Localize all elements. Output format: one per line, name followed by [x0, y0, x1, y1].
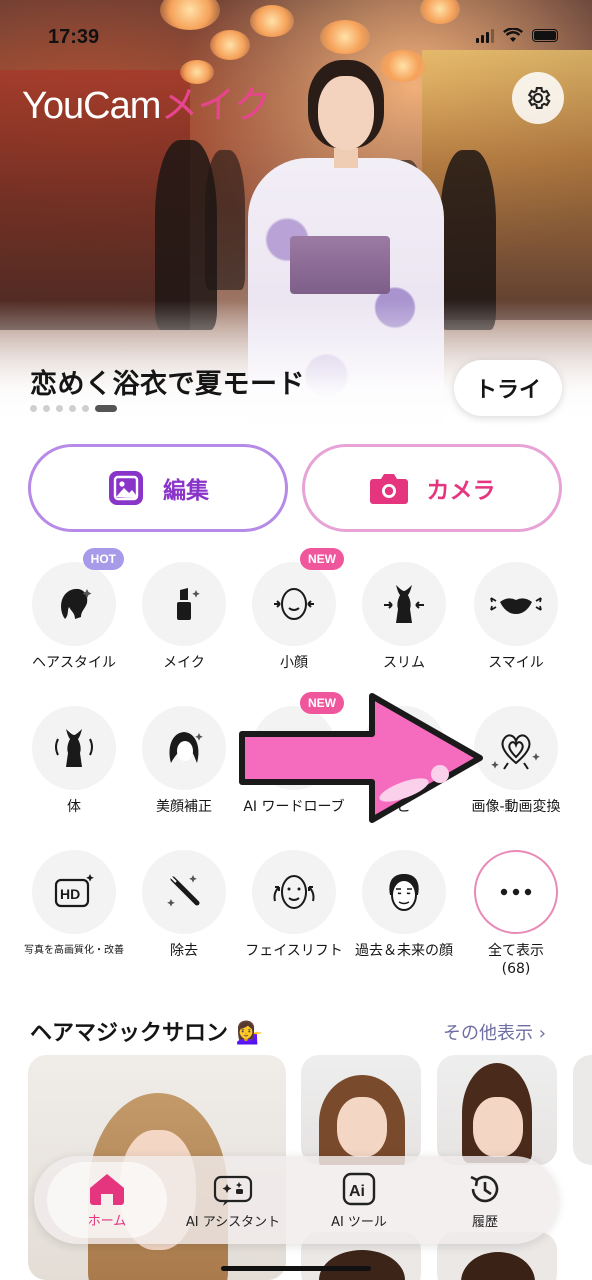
feature-slim[interactable]: スリム [350, 562, 458, 672]
feature-body[interactable]: 体 [20, 706, 128, 816]
feature-label: 体 [67, 799, 81, 815]
camera-button[interactable]: カメラ [302, 444, 562, 532]
settings-button[interactable] [512, 72, 564, 124]
body-icon [55, 729, 93, 767]
smile-icon [490, 597, 542, 614]
feature-label: 小顔 [280, 655, 308, 671]
lantern [250, 5, 294, 37]
face-retouch-icon [169, 732, 203, 763]
lantern [160, 0, 220, 30]
nav-ai-tool[interactable]: Ai AI ツール [299, 1162, 419, 1238]
edit-label: 編集 [163, 478, 209, 504]
feature-small-face[interactable]: NEW 小顔 [240, 548, 348, 672]
carousel-dot [30, 405, 37, 412]
ai-tool-icon: Ai [342, 1172, 376, 1205]
feature-label: 過去＆未来の顔 [355, 943, 453, 959]
feature-label: 美顔補正 [156, 799, 212, 815]
svg-text:Ai: Ai [349, 1183, 365, 1200]
battery-icon [532, 29, 558, 42]
svg-text:HD: HD [60, 886, 80, 902]
feature-makeup[interactable]: メイク [130, 562, 238, 672]
history-icon [470, 1175, 499, 1202]
face-lift-icon [273, 875, 315, 909]
feature-aging-face[interactable]: 過去＆未来の顔 [350, 850, 458, 960]
section-title: ヘアマジックサロン 💁‍♀️ [30, 1021, 264, 1046]
wifi-icon [503, 28, 523, 42]
carousel-dot [82, 405, 89, 412]
lipstick-icon [177, 588, 200, 620]
feature-label: 除去 [170, 943, 198, 959]
home-indicator [221, 1266, 371, 1271]
status-time: 17:39 [48, 26, 100, 48]
see-more-link[interactable]: その他表示 › [443, 1019, 546, 1045]
feature-label: メイク [163, 655, 205, 671]
feature-remove[interactable]: 除去 [130, 850, 238, 960]
feature-hairstyle[interactable]: HOT ヘアスタイル [20, 548, 128, 672]
status-icons [476, 28, 558, 43]
nav-label: AI アシスタント [185, 1214, 281, 1230]
carousel-dot [43, 405, 50, 412]
hot-badge: HOT [82, 548, 124, 570]
carousel-dot [56, 405, 63, 412]
nav-label: AI ツール [331, 1214, 387, 1230]
hair-card[interactable] [301, 1055, 421, 1165]
home-icon [90, 1173, 124, 1205]
feature-face-lift[interactable]: フェイスリフト [240, 850, 348, 960]
hairstyle-icon [61, 588, 92, 619]
bottom-navigation: ホーム AI アシスタント Ai AI ツール 履歴 [34, 1156, 558, 1244]
hair-card[interactable] [573, 1055, 592, 1165]
small-face-icon [274, 588, 314, 620]
nav-label: ホーム [87, 1213, 127, 1229]
carousel-dot-active [95, 405, 117, 412]
lantern [320, 20, 370, 54]
hair-card[interactable] [437, 1055, 557, 1165]
feature-hd-enhance[interactable]: HD 写真を高画質化・改善 [20, 850, 128, 960]
app-logo: YouCamメイク [22, 85, 272, 127]
feature-label: 全て表示 (68) [488, 943, 544, 977]
arrow-right-icon [239, 693, 483, 823]
aging-face-icon [389, 874, 419, 911]
feature-label: フェイスリフト [245, 943, 343, 959]
more-dots-icon [500, 888, 532, 896]
feature-label: スリム [383, 655, 425, 671]
try-button[interactable]: トライ [454, 360, 562, 416]
carousel-dot [69, 405, 76, 412]
feature-show-all[interactable]: 全て表示 (68) [462, 850, 570, 978]
camera-label: カメラ [426, 478, 496, 504]
feature-label: 写真を高画質化・改善 [24, 945, 124, 956]
camera-icon [369, 474, 408, 504]
feature-label: スマイル [488, 655, 544, 671]
eraser-icon [167, 875, 200, 907]
image-to-video-icon [491, 734, 540, 770]
face-image [337, 1097, 387, 1157]
lantern [210, 30, 250, 60]
nav-home[interactable]: ホーム [47, 1162, 167, 1238]
hero-title: 恋めく浴衣で夏モード [30, 369, 305, 400]
face-image [473, 1097, 523, 1157]
hair-image [461, 1252, 535, 1280]
nav-label: 履歴 [471, 1214, 498, 1230]
feature-smile[interactable]: スマイル [462, 562, 570, 672]
signal-icon [476, 28, 494, 43]
new-badge: NEW [300, 548, 344, 570]
slim-body-icon [384, 585, 424, 623]
carousel-dots [30, 405, 117, 412]
edit-button[interactable]: 編集 [28, 444, 288, 532]
nav-ai-assistant[interactable]: AI アシスタント [173, 1162, 293, 1238]
hair-image [319, 1250, 405, 1280]
nav-history[interactable]: 履歴 [425, 1162, 545, 1238]
image-edit-icon [109, 471, 143, 505]
hd-icon: HD [54, 874, 94, 908]
gear-icon [527, 87, 551, 109]
feature-label: ヘアスタイル [32, 655, 116, 671]
lantern [420, 0, 460, 24]
ai-assistant-icon [213, 1175, 253, 1206]
feature-face-retouch[interactable]: 美顔補正 [130, 706, 238, 816]
